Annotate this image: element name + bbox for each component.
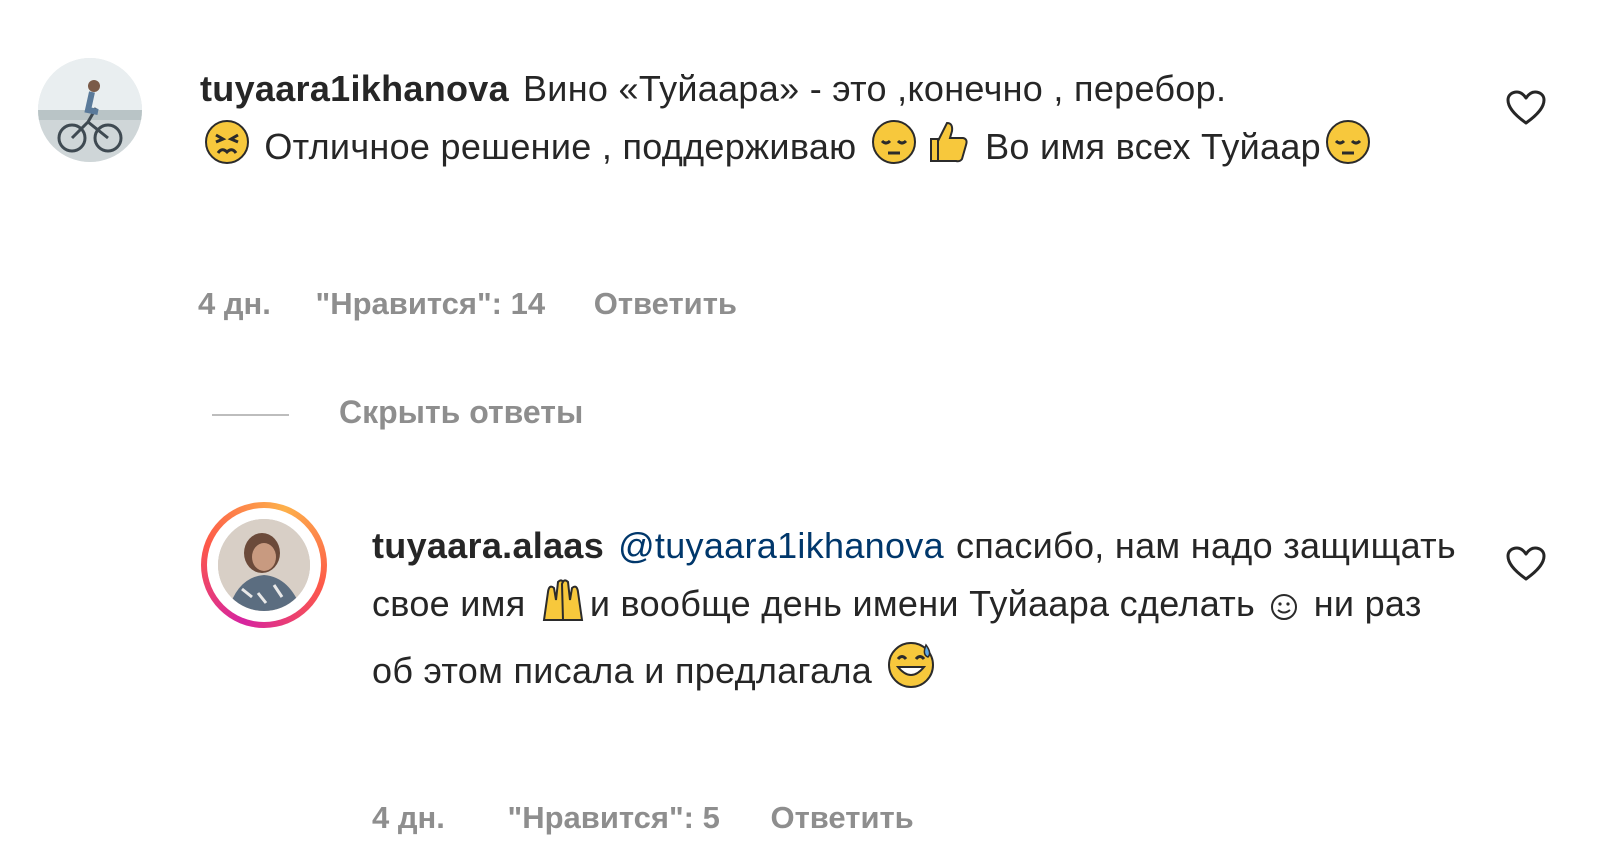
like-heart-icon[interactable] [1506,546,1546,582]
comment-text-part3: Во имя всех Туйаар [985,126,1321,167]
hide-replies-button[interactable]: Скрыть ответы [212,394,583,431]
comment-text-part1: Вино «Туйаара» - это ,конечно , перебор. [522,68,1227,109]
reply-button[interactable]: Ответить [594,286,737,322]
thumbs-up-icon [925,119,971,182]
avatar-photo-cyclist [38,58,142,162]
avatar[interactable] [38,58,142,162]
comment-age[interactable]: 4 дн. [198,286,271,322]
comment-text: tuyaara1ikhanova Вино «Туйаара» - это ,ко… [200,60,1460,182]
reply-text: tuyaara.alaas @tuyaara1ikhanova спасибо, н… [372,517,1472,706]
avatar [218,519,310,611]
hide-replies-label: Скрыть ответы [339,394,584,430]
story-ring[interactable] [201,502,327,628]
pensive-face-icon [1325,119,1371,182]
grinning-sweat-face-icon [886,639,936,706]
comments-panel: tuyaara1ikhanova Вино «Туйаара» - это ,ко… [0,0,1600,856]
reply-age[interactable]: 4 дн. [372,800,445,836]
comment-username[interactable]: tuyaara1ikhanova [200,68,509,109]
smiling-face-icon [1269,581,1299,639]
comment-text-part2: Отличное решение , поддерживаю [264,126,857,167]
persevering-face-icon [204,119,250,182]
like-heart-icon[interactable] [1506,90,1546,126]
comment-meta: 4 дн. "Нравится": 14 Ответить [198,286,737,322]
reply-mention[interactable]: @tuyaara1ikhanova [618,525,944,566]
reply-meta: 4 дн. "Нравится": 5 Ответить [372,800,914,836]
avatar-photo-woman [218,519,310,611]
comment-likes[interactable]: "Нравится": 14 [316,286,546,322]
reply-likes[interactable]: "Нравится": 5 [508,800,720,836]
pensive-face-icon [871,119,917,182]
reply-text-part2: и вообще день имени Туйаара сделать [589,583,1256,624]
raising-hands-icon [540,576,586,639]
divider-line [212,413,289,416]
reply-button[interactable]: Ответить [770,800,913,836]
reply-username[interactable]: tuyaara.alaas [372,525,604,566]
